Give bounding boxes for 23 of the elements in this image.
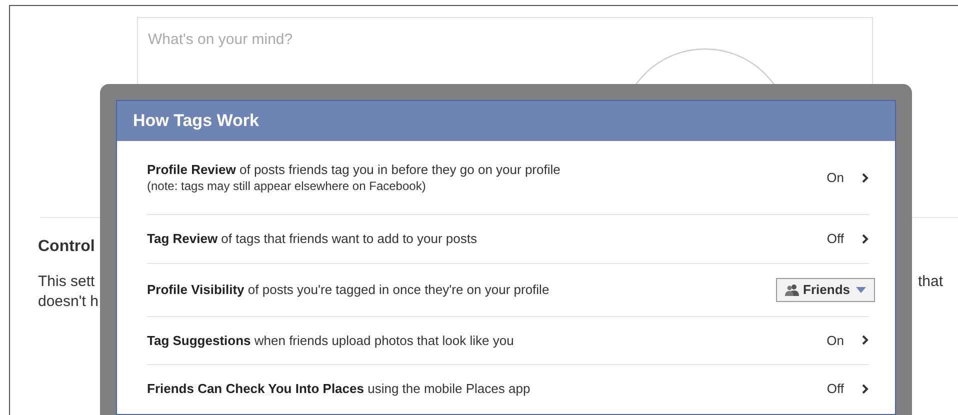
setting-description: Friends Can Check You Into Places using the mobile Places app bbox=[147, 380, 530, 398]
chevron-right-icon[interactable] bbox=[862, 234, 869, 244]
setting-value[interactable]: On bbox=[826, 330, 844, 350]
setting-value[interactable]: On bbox=[826, 168, 844, 188]
setting-value[interactable]: Off bbox=[826, 229, 844, 248]
section-text: that bbox=[918, 272, 944, 292]
setting-note: (note: tags may still appear elsewhere on Facebook) bbox=[147, 178, 427, 194]
setting-description: Profile Review of posts friends tag you in before they go on your profile bbox=[147, 161, 560, 178]
chevron-right-icon[interactable] bbox=[862, 384, 869, 394]
caret-down-icon bbox=[856, 286, 866, 292]
dialog-title: How Tags Work bbox=[133, 110, 259, 132]
section-text: doesn't h bbox=[38, 292, 98, 312]
chevron-right-icon[interactable] bbox=[862, 172, 869, 182]
setting-value[interactable]: Off bbox=[826, 379, 844, 398]
section-text: This sett bbox=[38, 272, 95, 292]
section-heading: Control bbox=[38, 237, 95, 257]
setting-description: Tag Review of tags that friends want to add to your posts bbox=[147, 230, 477, 248]
audience-dropdown[interactable]: Friends bbox=[776, 278, 875, 302]
people-icon bbox=[785, 284, 800, 296]
setting-description: Profile Visibility of posts you're tagged in once they're on your profile bbox=[147, 281, 550, 298]
chevron-right-icon[interactable] bbox=[862, 335, 869, 346]
status-input[interactable]: What's on your mind? bbox=[148, 29, 448, 52]
setting-description: Tag Suggestions when friends upload photos that look like you bbox=[147, 332, 514, 349]
